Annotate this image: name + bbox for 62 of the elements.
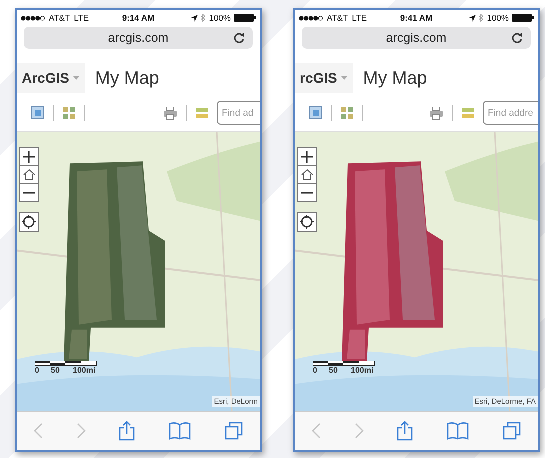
signal-icon bbox=[299, 16, 323, 20]
plus-icon bbox=[301, 150, 313, 162]
battery-label: 100% bbox=[487, 13, 509, 23]
scale-label: 100mi bbox=[351, 366, 374, 375]
battery-label: 100% bbox=[209, 13, 231, 23]
scale-label: 50 bbox=[329, 366, 339, 375]
home-button[interactable] bbox=[297, 165, 317, 184]
bookmarks-icon[interactable] bbox=[447, 422, 470, 440]
zoom-out-button[interactable] bbox=[19, 183, 39, 202]
address-bar[interactable]: arcgis.com bbox=[24, 27, 253, 49]
print-icon[interactable] bbox=[429, 106, 444, 120]
zoom-in-button[interactable] bbox=[297, 147, 317, 166]
bluetooth-icon bbox=[479, 14, 484, 22]
battery-icon bbox=[234, 14, 256, 22]
carrier-label: AT&T bbox=[49, 13, 70, 23]
signal-icon bbox=[21, 16, 45, 20]
scale-bar bbox=[35, 361, 97, 366]
scale-bar bbox=[313, 361, 375, 366]
home-icon bbox=[22, 168, 36, 180]
scale-label: 100mi bbox=[73, 366, 96, 375]
share-icon[interactable] bbox=[397, 421, 414, 441]
locate-icon bbox=[22, 215, 36, 229]
locate-icon bbox=[300, 215, 314, 229]
caret-icon bbox=[73, 76, 80, 80]
zoom-in-button[interactable] bbox=[19, 147, 39, 166]
home-button[interactable] bbox=[19, 165, 39, 184]
locate-button[interactable] bbox=[297, 212, 317, 232]
share-icon[interactable] bbox=[119, 421, 136, 441]
url-text: arcgis.com bbox=[108, 31, 169, 45]
url-text: arcgis.com bbox=[386, 31, 447, 45]
bluetooth-icon bbox=[201, 14, 206, 22]
status-time: 9:41 AM bbox=[399, 13, 434, 23]
zoom-out-button[interactable] bbox=[297, 183, 317, 202]
home-icon bbox=[300, 168, 314, 180]
reload-icon[interactable] bbox=[512, 32, 523, 44]
scale-label: 0 bbox=[35, 366, 40, 375]
status-time: 9:14 AM bbox=[121, 13, 156, 23]
bookmarks-icon[interactable] bbox=[169, 422, 192, 440]
map-title: My Map bbox=[363, 68, 428, 88]
basemap-icon[interactable] bbox=[340, 106, 354, 120]
scale-label: 50 bbox=[51, 366, 61, 375]
address-bar[interactable]: arcgis.com bbox=[302, 27, 531, 49]
location-icon bbox=[469, 14, 476, 22]
basemap-icon[interactable] bbox=[62, 106, 76, 120]
network-label: LTE bbox=[74, 13, 90, 23]
map-title: My Map bbox=[95, 68, 160, 88]
app-menu[interactable]: rcGIS bbox=[295, 63, 354, 93]
plus-icon bbox=[23, 150, 35, 162]
caret-icon bbox=[341, 76, 348, 80]
tabs-icon[interactable] bbox=[225, 422, 244, 440]
details-icon[interactable] bbox=[31, 106, 45, 120]
scale-label: 0 bbox=[313, 366, 318, 375]
locate-button[interactable] bbox=[19, 212, 39, 232]
print-icon[interactable] bbox=[163, 106, 178, 120]
carrier-label: AT&T bbox=[327, 13, 348, 23]
details-icon[interactable] bbox=[309, 106, 323, 120]
tabs-icon[interactable] bbox=[503, 422, 522, 440]
battery-icon bbox=[512, 14, 534, 22]
location-icon bbox=[191, 14, 198, 22]
reload-icon[interactable] bbox=[234, 32, 245, 44]
app-menu[interactable]: ArcGIS bbox=[17, 63, 86, 93]
network-label: LTE bbox=[352, 13, 368, 23]
